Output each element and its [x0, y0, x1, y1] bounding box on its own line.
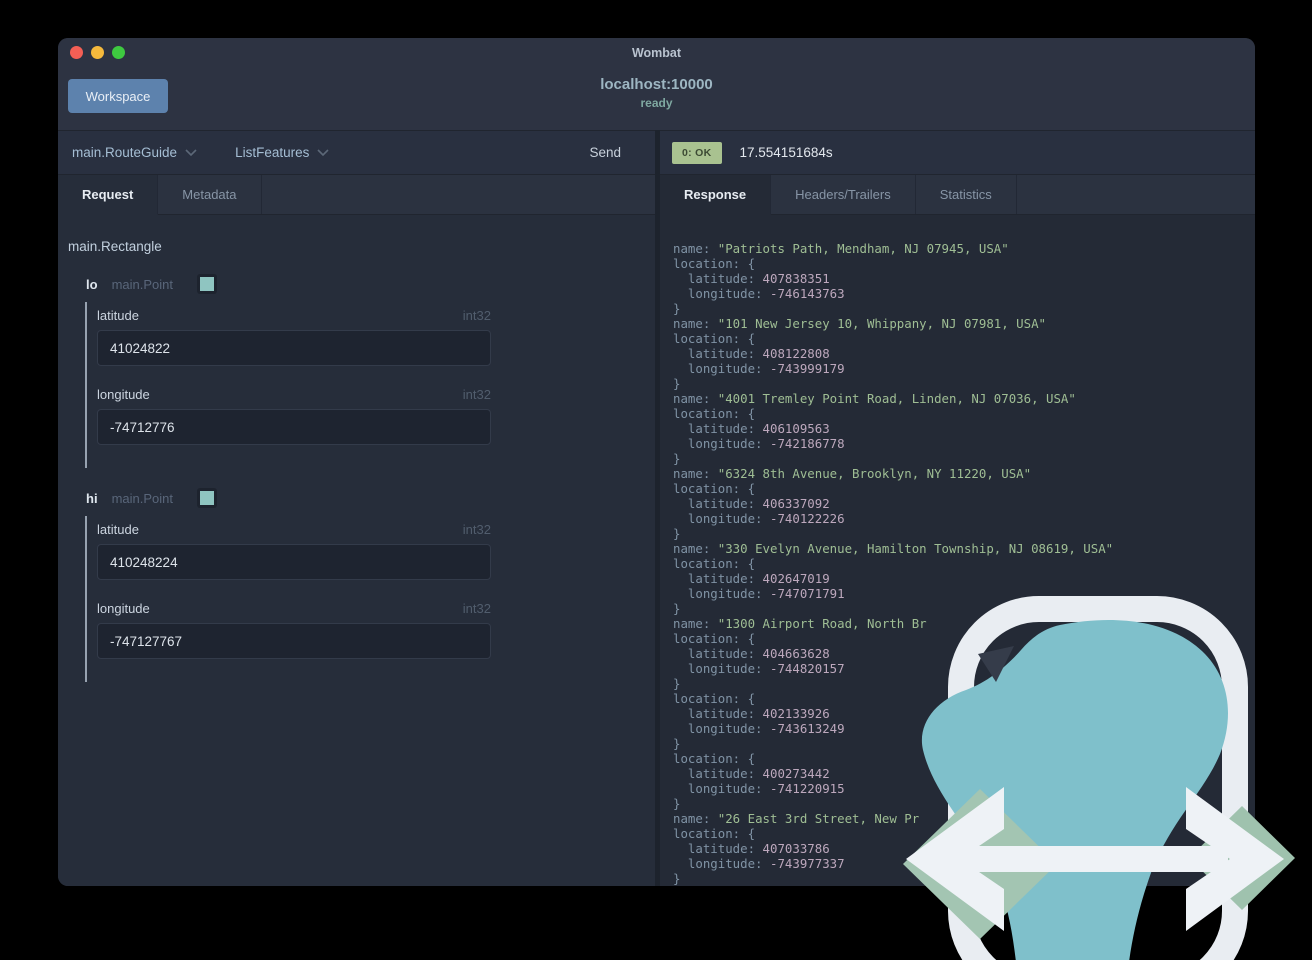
method-select[interactable]: ListFeatures [235, 145, 309, 160]
checkbox-checked-icon [199, 277, 214, 291]
send-button[interactable]: Send [589, 145, 641, 160]
lo-latitude-input[interactable] [97, 330, 491, 366]
field-type: main.Point [111, 490, 173, 506]
request-tabs: Request Metadata [58, 175, 655, 215]
request-toolbar: main.RouteGuide ListFeatures Send [58, 130, 655, 175]
duration-label: 17.554151684s [739, 145, 833, 160]
input-label: longitude [97, 601, 150, 616]
input-type: int32 [462, 308, 491, 323]
tab-metadata[interactable]: Metadata [158, 175, 262, 214]
field-name: hi [86, 490, 98, 506]
field-hi-header: hi main.Point [86, 488, 655, 508]
field-type: main.Point [111, 276, 173, 292]
minimize-window-icon[interactable] [91, 45, 104, 59]
field-lo-checkbox[interactable] [196, 274, 217, 294]
request-form: main.Rectangle lo main.Point latitude in… [58, 215, 655, 886]
status-badge: 0: OK [672, 141, 722, 164]
input-label: latitude [97, 522, 139, 537]
input-label: longitude [97, 387, 150, 402]
input-type: int32 [462, 522, 491, 537]
chevron-down-icon[interactable] [185, 144, 197, 162]
chevron-down-icon[interactable] [317, 144, 329, 162]
tab-headers-trailers[interactable]: Headers/Trailers [771, 175, 916, 214]
field-hi-checkbox[interactable] [196, 488, 217, 508]
tab-response[interactable]: Response [660, 175, 772, 215]
response-pane: 0: OK 17.554151684s Response Headers/Tra… [660, 130, 1255, 886]
message-type-label: main.Rectangle [68, 239, 162, 254]
close-window-icon[interactable] [70, 45, 83, 59]
connection-state: ready [640, 96, 673, 110]
response-toolbar: 0: OK 17.554151684s [660, 130, 1255, 175]
hi-longitude-input[interactable] [97, 623, 491, 659]
field-lo-group: latitude int32 longitude int32 [85, 302, 655, 468]
window-title: Wombat [631, 46, 682, 60]
response-output: name: "Patriots Path, Mendham, NJ 07945,… [673, 241, 1114, 886]
input-type: int32 [462, 387, 491, 402]
connection-status: localhost:10000 ready [58, 76, 1255, 110]
app-window: Wombat Workspace localhost:10000 ready m… [58, 38, 1255, 886]
input-type: int32 [462, 601, 491, 616]
tab-request[interactable]: Request [58, 175, 159, 215]
field-hi-group: latitude int32 longitude int32 [85, 516, 655, 682]
tab-statistics[interactable]: Statistics [916, 175, 1017, 214]
hi-latitude-input[interactable] [97, 544, 491, 580]
window-controls [58, 45, 125, 59]
checkbox-checked-icon [199, 491, 214, 505]
lo-longitude-input[interactable] [97, 409, 491, 445]
request-pane: main.RouteGuide ListFeatures Send Reques… [58, 130, 660, 886]
header: Workspace localhost:10000 ready [58, 66, 1255, 130]
field-name: lo [86, 276, 98, 292]
connection-target: localhost:10000 [600, 76, 713, 93]
zoom-window-icon[interactable] [112, 45, 125, 59]
title-bar: Wombat [58, 38, 1255, 66]
service-select[interactable]: main.RouteGuide [72, 145, 177, 160]
response-tabs: Response Headers/Trailers Statistics [660, 175, 1255, 215]
input-label: latitude [97, 308, 139, 323]
field-lo-header: lo main.Point [86, 274, 655, 294]
